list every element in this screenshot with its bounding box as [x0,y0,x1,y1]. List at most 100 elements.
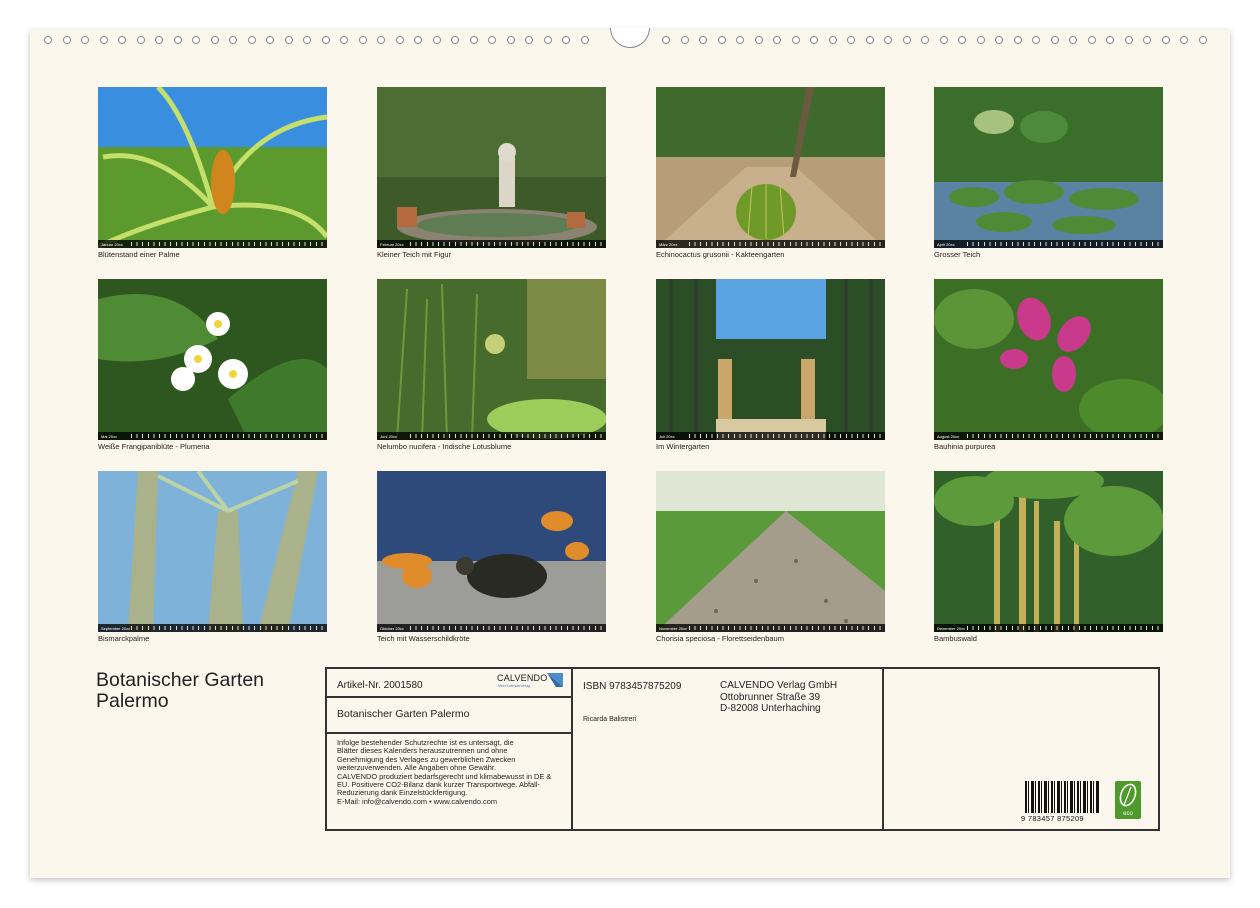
binding-hole [810,36,818,44]
binding-hole [1032,36,1040,44]
month-calendar-strip: März 20xx [656,240,885,248]
month-label: November 20xx [659,625,688,631]
calvendo-logo: CALVENDO Mein Kalenderverlag [497,673,567,695]
month-label: April 20xx [937,241,955,247]
binding-hole [340,36,348,44]
binding-hole [754,36,763,44]
binding-holes [30,28,1230,52]
author: Ricarda Balistreri [583,716,637,723]
month-photo: Februar 20xx [377,87,606,248]
binding-hole [847,36,855,44]
divider [882,669,884,829]
month-tile: August 20xx Bauhinia purpurea [934,279,1163,451]
divider [571,669,573,829]
month-caption: Teich mit Wasserschildkröte [377,634,470,643]
binding-hole [828,36,837,44]
binding-hole [680,36,689,44]
binding-hole [99,36,108,44]
binding-hole [717,36,726,44]
day-ticks [967,242,1160,246]
publisher-address: CALVENDO Verlag GmbH Ottobrunner Straße … [720,680,837,715]
month-photo: Mai 20xx [98,279,327,440]
day-ticks [967,434,1160,438]
month-caption: Kleiner Teich mit Figur [377,250,452,259]
month-label: Juli 20xx [659,433,675,439]
month-label: Juni 20xx [380,433,397,439]
publisher-line-1: CALVENDO Verlag GmbH [720,680,838,691]
binding-hole [958,36,966,44]
eco-badge: eco [1115,781,1141,819]
month-calendar-strip: August 20xx [934,432,1163,440]
month-calendar-strip: Oktober 20xx [377,624,606,632]
calendar-title: Botanischer Garten Palermo [96,670,316,712]
binding-hole [562,36,570,44]
binding-hole [118,36,126,44]
month-label: September 20xx [101,625,131,631]
month-caption: Chorisia speciosa - Florettseidenbaum [656,634,784,643]
month-label: Dezember 20xx [937,625,966,631]
month-photo: Januar 20xx [98,87,327,248]
binding-hole [1124,36,1133,44]
calendar-sheet: Januar 20xx Blütenstand einer Palme Febru… [30,28,1230,878]
binding-hole [377,36,385,44]
month-label: März 20xx [659,241,678,247]
month-calendar-strip: Februar 20xx [377,240,606,248]
calvendo-mark-icon [547,673,563,687]
binding-hole [1180,36,1188,44]
month-tile: Juni 20xx Nelumbo nucifera - Indische Lot… [377,279,606,451]
binding-hole [995,36,1003,44]
month-tile: Februar 20xx Kleiner Teich mit Figur [377,87,606,259]
month-tile: September 20xx Bismarckpalme [98,471,327,643]
month-tile: Januar 20xx Blütenstand einer Palme [98,87,327,259]
month-photo: August 20xx [934,279,1163,440]
binding-hole [451,36,459,44]
month-calendar-strip: Mai 20xx [98,432,327,440]
title-line-1: Botanischer Garten [96,669,265,691]
month-tile: Juli 20xx Im Wintergarten [656,279,885,451]
binding-hole [1106,36,1114,44]
binding-hole [247,36,256,44]
binding-hole [210,36,219,44]
binding-hole [192,36,200,44]
hanger-cutout [610,28,650,48]
binding-hole [506,36,515,44]
month-caption: Nelumbo nucifera - Indische Lotusblume [377,442,512,451]
isbn-barcode: 9 783457 875209 [1021,779,1101,827]
binding-hole [488,36,496,44]
binding-hole [736,36,744,44]
month-photo: April 20xx [934,87,1163,248]
day-ticks [689,626,882,630]
month-photo: Dezember 20xx [934,471,1163,632]
month-tile: November 20xx Chorisia speciosa - Florett… [656,471,885,643]
month-caption: Im Wintergarten [656,442,710,451]
day-ticks [410,242,603,246]
barcode-digits: 9 783457 875209 [1021,814,1084,823]
month-label: Februar 20xx [380,241,404,247]
binding-hole [1013,36,1022,44]
month-tile: Dezember 20xx Bambuswald [934,471,1163,643]
binding-hole [284,36,293,44]
binding-hole [173,36,182,44]
binding-hole [414,36,422,44]
month-calendar-strip: Januar 20xx [98,240,327,248]
month-caption: Blütenstand einer Palme [98,250,180,259]
month-photo: Oktober 20xx [377,471,606,632]
month-calendar-strip: April 20xx [934,240,1163,248]
binding-hole [229,36,237,44]
month-photo: Juni 20xx [377,279,606,440]
day-ticks [410,434,603,438]
binding-hole [136,36,145,44]
publisher-line-2: Ottobrunner Straße 39 [720,691,821,703]
binding-hole [44,36,52,44]
month-tile: Mai 20xx Weiße Frangipaniblüte - Plumeria [98,279,327,451]
article-number: Artikel-Nr. 2001580 [337,680,423,691]
month-tile: März 20xx Echinocactus grusonii - Kakteen… [656,87,885,259]
binding-hole [432,36,441,44]
binding-hole [1087,36,1096,44]
publisher-line-3: D-82008 Unterhaching [720,703,821,714]
binding-hole [773,36,781,44]
binding-hole [1050,36,1059,44]
binding-hole [1161,36,1170,44]
calvendo-logo-tagline: Mein Kalenderverlag [498,684,531,688]
binding-hole [1198,36,1207,44]
